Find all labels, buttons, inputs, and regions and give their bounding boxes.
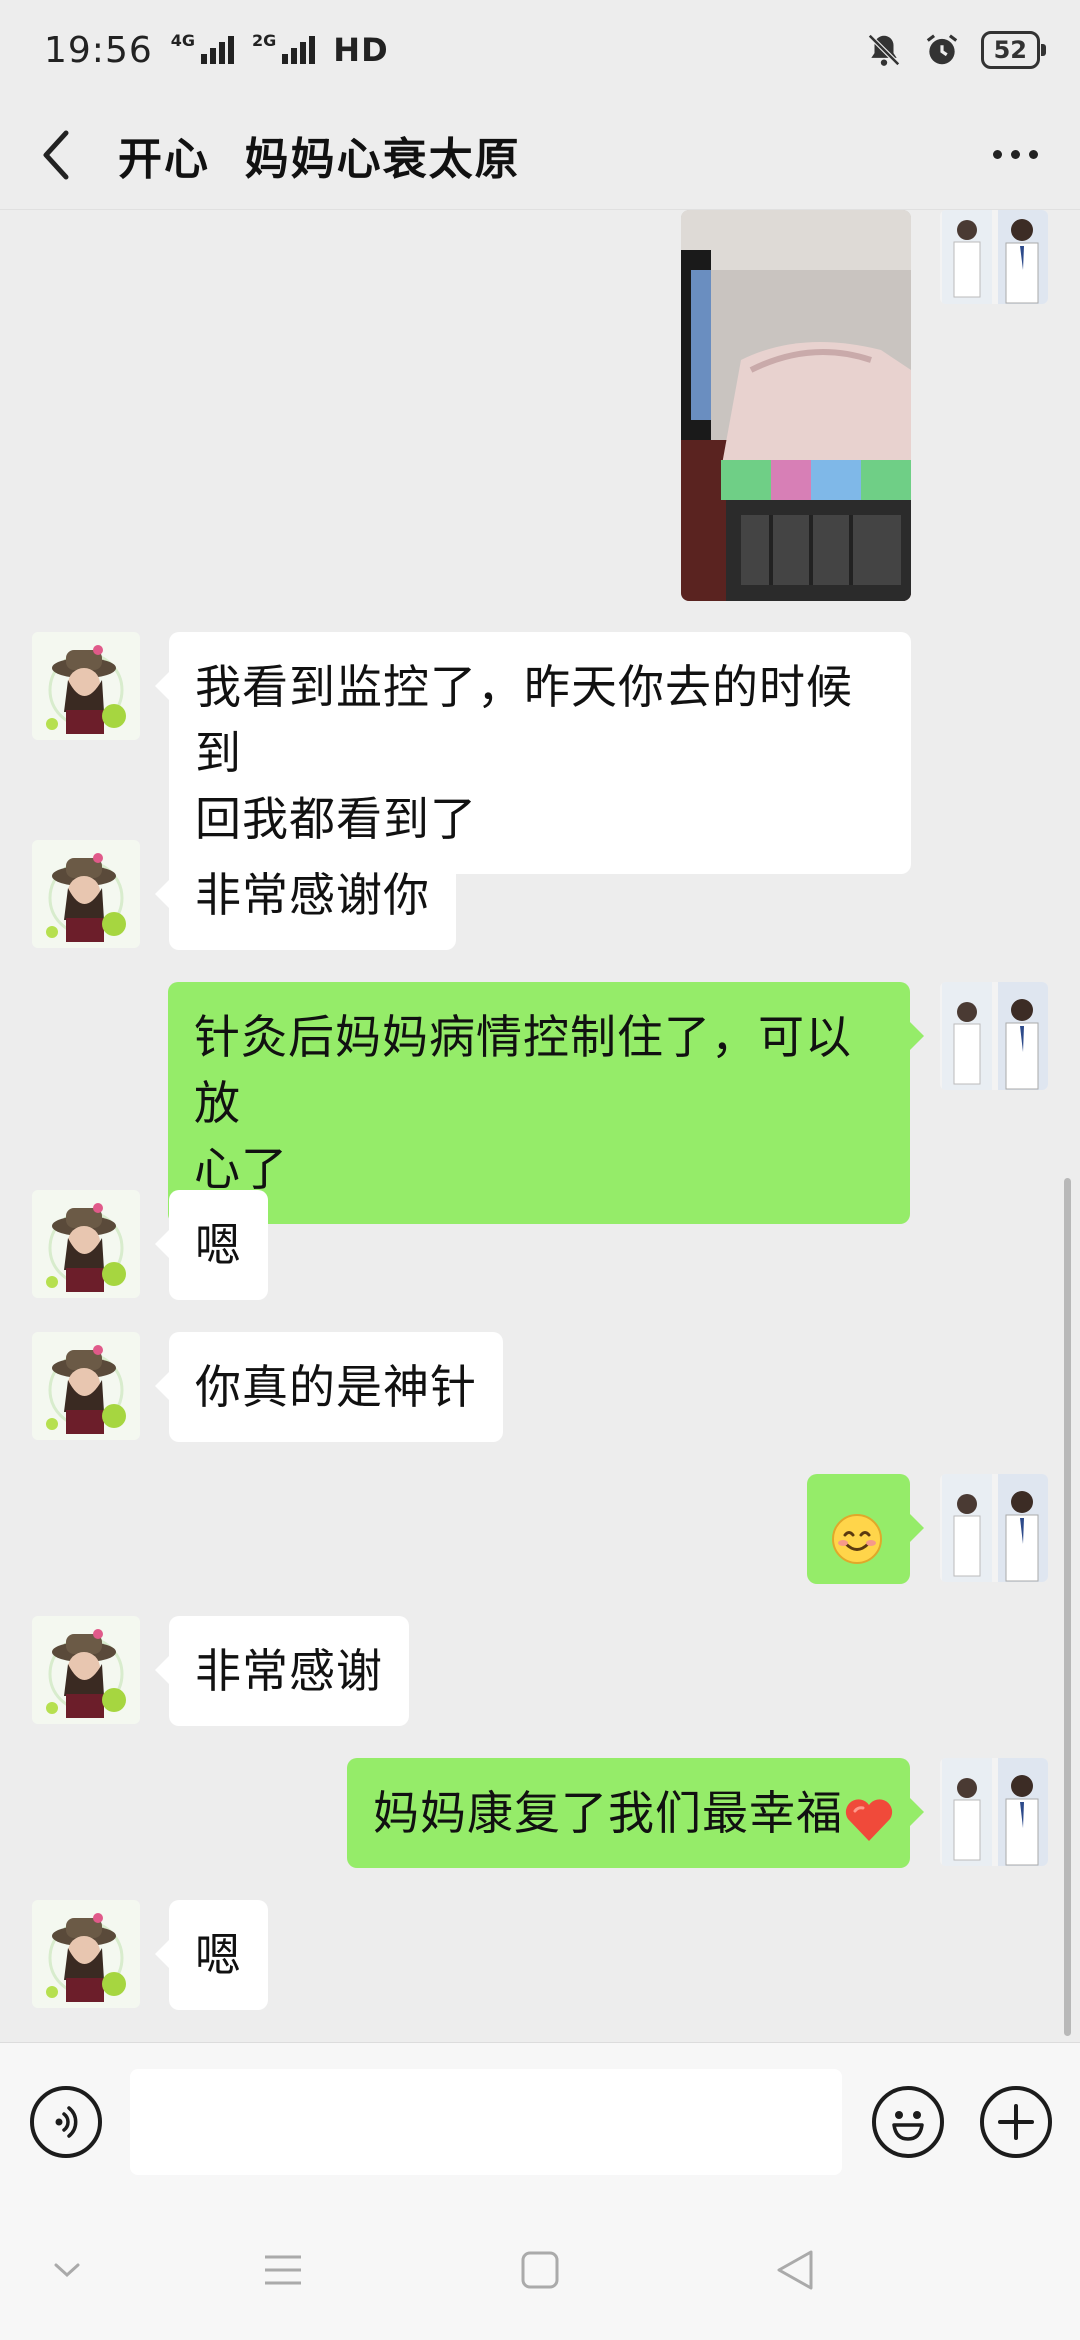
avatar-contact[interactable] — [32, 1332, 140, 1440]
status-time: 19:56 — [44, 29, 153, 71]
avatar-contact[interactable] — [32, 1616, 140, 1724]
menu-icon[interactable] — [258, 2245, 308, 2295]
message-bubble[interactable]: 嗯 — [155, 1190, 268, 1300]
status-left: 19:56 4G 2G HD — [44, 30, 389, 71]
chevron-left-icon[interactable] — [30, 125, 80, 185]
back-triangle-icon[interactable] — [770, 2245, 820, 2295]
message-line: 非常感谢 — [195, 1644, 383, 1698]
chat-header: 开心 妈妈心衰太原 — [0, 100, 1080, 210]
avatar-self[interactable] — [940, 210, 1048, 304]
avatar-self[interactable] — [940, 982, 1048, 1090]
message-line: 你真的是神针 — [195, 1360, 477, 1414]
avatar-contact[interactable] — [32, 840, 140, 948]
status-bar: 19:56 4G 2G HD 52 — [0, 0, 1080, 100]
message-bubble[interactable]: 非常感谢你 — [155, 840, 456, 950]
more-dots-icon[interactable] — [980, 125, 1050, 185]
status-right: 52 — [865, 31, 1047, 69]
message-bubble[interactable]: 我看到监控了，昨天你去的时候到 回我都看到了 — [155, 632, 911, 874]
chat-title: 开心 妈妈心衰太原 — [118, 133, 521, 185]
message-line: 我看到监控了，昨天你去的时候到 — [195, 660, 853, 780]
signal-4g-icon: 4G — [171, 31, 235, 64]
message-input[interactable] — [130, 2069, 842, 2175]
avatar-self[interactable] — [940, 1758, 1048, 1866]
network-label-1: 4G — [170, 30, 196, 50]
smiling-face-icon — [831, 1513, 883, 1565]
alarm-icon — [923, 31, 961, 69]
message-bubble[interactable]: 你真的是神针 — [155, 1332, 503, 1442]
message-bubble[interactable] — [807, 1474, 924, 1584]
bell-off-icon — [865, 31, 903, 69]
input-bar — [0, 2042, 1080, 2200]
avatar-contact[interactable] — [32, 632, 140, 740]
voice-icon[interactable] — [30, 2086, 102, 2158]
plus-icon[interactable] — [980, 2086, 1052, 2158]
message-line: 非常感谢你 — [195, 868, 430, 922]
message-line: 针灸后妈妈病情控制住了，可以放 — [194, 1010, 852, 1130]
message-bubble[interactable]: 针灸后妈妈病情控制住了，可以放 心了 — [168, 982, 924, 1224]
system-nav-bar — [0, 2200, 1080, 2340]
battery-indicator: 52 — [980, 31, 1047, 69]
message-line: 嗯 — [195, 1928, 242, 1982]
signal-2g-icon: 2G — [252, 31, 316, 64]
message-line: 嗯 — [195, 1218, 242, 1272]
network-label-2: 2G — [252, 30, 277, 50]
hd-label: HD — [333, 31, 389, 69]
message-list[interactable]: 我看到监控了，昨天你去的时候到 回我都看到了 非常感谢你 针灸后妈妈病情控制住了… — [0, 210, 1080, 2042]
red-heart-icon — [843, 1794, 895, 1841]
home-icon[interactable] — [515, 2245, 565, 2295]
message-line: 妈妈康复了我们最幸福 — [373, 1786, 843, 1840]
emoji-icon[interactable] — [872, 2086, 944, 2158]
message-line: 心了 — [194, 1142, 288, 1196]
avatar-contact[interactable] — [32, 1900, 140, 2008]
avatar-contact[interactable] — [32, 1190, 140, 1298]
bedroom-photo[interactable] — [681, 210, 911, 601]
message-bubble[interactable]: 非常感谢 — [155, 1616, 409, 1726]
message-bubble[interactable]: 妈妈康复了我们最幸福 — [347, 1758, 924, 1868]
avatar-self[interactable] — [940, 1474, 1048, 1582]
message-bubble[interactable]: 嗯 — [155, 1900, 268, 2010]
scrollbar[interactable] — [1064, 1178, 1071, 2036]
collapse-icon[interactable] — [42, 2245, 92, 2295]
